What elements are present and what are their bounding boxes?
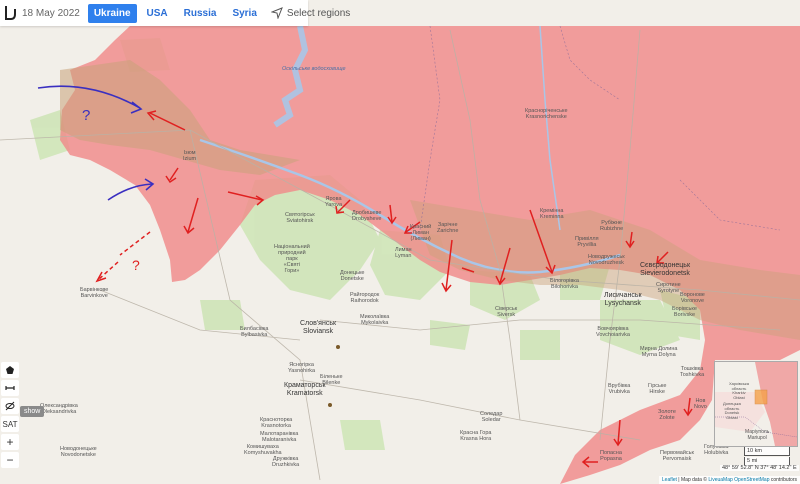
top-bar: 18 May 2022 Ukraine USA Russia Syria Sel… xyxy=(0,0,350,26)
select-regions-label: Select regions xyxy=(286,7,351,19)
leaflet-link[interactable]: Leaflet xyxy=(662,477,677,483)
map-label-krasna-hora: Красна Гора Krasna Hora xyxy=(460,430,492,442)
question-mark-red: ? xyxy=(132,257,140,273)
measure-tool-button[interactable] xyxy=(1,380,19,396)
minimap-label-kharkiv: Харківська область Kharkiv Oblast xyxy=(729,381,749,400)
map-label-yasnohirka: Ясногірка Yasnohirka xyxy=(288,362,316,374)
map-canvas[interactable]: ? ? Оскільське водосховище Ізюм Izium Кра… xyxy=(0,26,800,484)
map-label-soledar: Соледар Soledar xyxy=(480,411,503,423)
map-label-raihorodok: Райгородок Raihorodok xyxy=(350,292,380,304)
select-regions-button[interactable]: Select regions xyxy=(270,7,351,19)
map-label-oskil: Оскільське водосховище xyxy=(282,66,346,72)
zoom-out-button[interactable]: − xyxy=(1,452,19,468)
map-label-syrotyne: Сиротине Syrotyne xyxy=(656,282,681,294)
map-label-yarova: Ярова Yarova xyxy=(325,196,343,208)
map-label-popasna: Попасна Popasna xyxy=(600,450,622,462)
map-label-novodruzhesk: Новодружеськ Novodruzhesk xyxy=(588,254,625,266)
map-label-izium: Ізюм Izium xyxy=(183,150,197,162)
map-label-komyshuvakha: Комишуваха Komyshuvakha xyxy=(244,444,282,456)
minimap-label-mariupol: Маріуполь Mariupol xyxy=(745,429,770,441)
polygon-tool-button[interactable] xyxy=(1,362,19,378)
question-mark-blue: ? xyxy=(82,107,90,124)
map-label-kreminna: Кремінна Kreminna xyxy=(540,208,564,220)
cursor-coordinates: 48° 59' 52.8" N 37° 48' 14.2" E xyxy=(720,465,799,471)
map-label-sloviansk: Слов'янськ Sloviansk xyxy=(300,320,337,335)
attribution-text: | Map data © xyxy=(676,477,709,483)
ruler-icon xyxy=(5,386,15,390)
eye-off-icon xyxy=(5,401,15,411)
map-label-toshkivka: Тошківка Toshkivka xyxy=(680,366,705,378)
map-label-sievierodonetsk: Сєвєродонецьк Sievierodonetsk xyxy=(640,262,691,277)
hide-layer-button[interactable] xyxy=(1,398,19,414)
map-label-zarichne: Зарічне Zarichne xyxy=(437,222,459,234)
map-label-krasnorichenske: Красноріченське Krasnorichenske xyxy=(525,108,568,120)
map-label-rubizhne: Рубіжне Rubizhne xyxy=(600,220,624,232)
map-label-siversk: Сіверськ Siversk xyxy=(495,306,518,318)
map-label-novodonetske: Новодонецьке Novodonetske xyxy=(60,446,97,458)
tab-syria[interactable]: Syria xyxy=(226,4,262,23)
map-label-drobysheve: Дробишеве Drobysheve xyxy=(352,210,382,222)
map-label-novoz: Нов Novo xyxy=(694,398,707,410)
attribution-tail: contributors xyxy=(769,477,797,483)
map-label-bilohorivka: Білогорівка Bilohorivka xyxy=(550,278,579,290)
map-label-myrna-dolyna: Мирна Долина Myrna Dolyna xyxy=(640,346,678,358)
tab-usa[interactable]: USA xyxy=(141,4,174,23)
map-label-hirske: Гірське Hirske xyxy=(648,383,667,395)
map-label-voronove: Воронове Voronove xyxy=(680,292,705,304)
map-controls: SAT + − xyxy=(0,360,20,470)
show-button[interactable]: show xyxy=(20,406,45,417)
minimap[interactable]: Харківська область Kharkiv Oblast Донецька о… xyxy=(714,361,798,447)
tab-russia[interactable]: Russia xyxy=(178,4,223,23)
map-label-pervomaisk: Первомайськ Pervomaisk xyxy=(660,450,694,462)
map-label-vrubivka: Врубівка Vrubivka xyxy=(608,383,631,395)
map-label-druzhkivka: Дружківка Druzhkivka xyxy=(272,456,300,468)
map-label-natpark: Національний природний парк «Святі Гори» xyxy=(274,244,310,274)
date-label: 18 May 2022 xyxy=(22,7,80,19)
map-label-lysychansk: Лисичанськ Lysychansk xyxy=(604,292,642,307)
map-label-zolote: Золоте Zolote xyxy=(658,409,676,421)
pentagon-icon xyxy=(6,366,14,374)
liveuamap-logo[interactable] xyxy=(4,0,18,26)
map-label-mykolaivka: Миколаївка Mykolaivka xyxy=(360,314,390,326)
map-label-bilenke: Біленьке Bilenke xyxy=(320,374,343,386)
map-label-vovchoiarivka: Вовчоярівка Vovchoiarivka xyxy=(596,326,630,338)
map-scale: 10 km 5 mi xyxy=(744,447,790,467)
map-label-krasnyi-lyman: Красний Лиман (Лиман) xyxy=(410,224,432,242)
map-label-bylbasivka: Билбасівка Bylbasivka xyxy=(240,326,269,338)
map-label-barvinkove: Барвінкове Barvinkove xyxy=(80,287,109,299)
tab-ukraine[interactable]: Ukraine xyxy=(87,3,137,23)
map-label-pryvillia: Привілля Pryvillia xyxy=(575,236,599,248)
navigation-arrow-icon xyxy=(270,7,283,19)
map-label-svyatohirsk: Святогірськ Sviatohirsk xyxy=(285,212,315,224)
map-label-malotaranivka: Малотаранівка Malotaranivka xyxy=(260,431,299,443)
map-label-borivske: Борівське Borivske xyxy=(672,306,697,318)
liveuamap-link[interactable]: LiveuaMap xyxy=(708,477,732,483)
satellite-toggle-button[interactable]: SAT xyxy=(1,416,19,432)
map-label-donetske: Донецьке Donetske xyxy=(340,270,365,282)
map-label-lyman: Лиман Lyman xyxy=(395,247,412,259)
map-attribution: Leaflet | Map data © LiveuaMap OpenStree… xyxy=(658,476,800,484)
map-label-oleksandrivka: Олександрівка Oleksandrivka xyxy=(40,403,78,415)
zoom-in-button[interactable]: + xyxy=(1,434,19,450)
osm-link[interactable]: OpenStreetMap xyxy=(734,477,769,483)
minimap-label-donetsk: Донецька область Donetsk Oblast xyxy=(723,401,741,420)
scale-km: 10 km xyxy=(744,447,790,456)
map-label-krasnotorka: Красноторка Krasnotorka xyxy=(260,417,293,429)
